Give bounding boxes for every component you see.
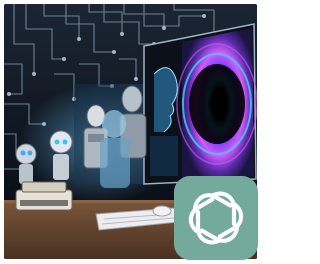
image-frame: [0, 0, 262, 264]
translucent-humanoid: [100, 110, 130, 188]
openai-logo-tile: [174, 176, 258, 260]
openai-knot-logo-icon: [188, 191, 244, 245]
monitor-with-portal: [143, 23, 257, 185]
typewriter: [15, 181, 73, 211]
mouse: [152, 205, 172, 217]
